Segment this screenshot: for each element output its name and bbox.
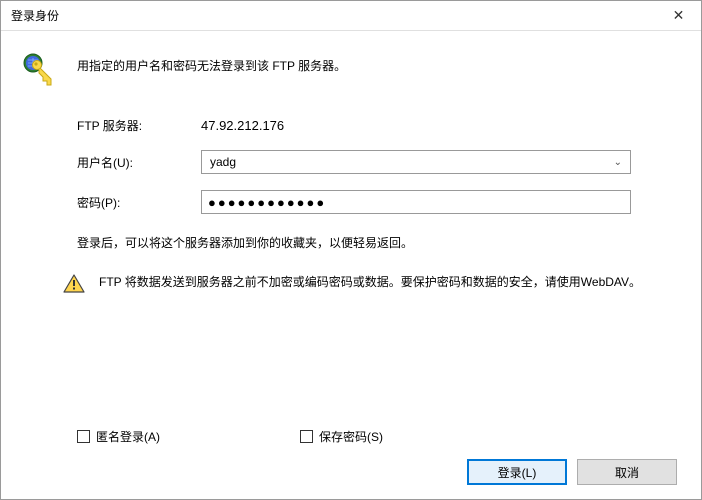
server-row: FTP 服务器: 47.92.212.176 [77,117,679,134]
save-password-label: 保存密码(S) [319,428,383,445]
checkbox-row: 匿名登录(A) 保存密码(S) [77,428,679,445]
anonymous-label: 匿名登录(A) [96,428,160,445]
warning-row: FTP 将数据发送到服务器之前不加密或编码密码或数据。要保护密码和数据的安全，请… [63,271,659,295]
button-row: 登录(L) 取消 [23,459,679,485]
password-input[interactable]: ●●●●●●●●●●●● [201,190,631,214]
window-title: 登录身份 [11,7,656,24]
password-row: 密码(P): ●●●●●●●●●●●● [77,190,679,214]
password-mask: ●●●●●●●●●●●● [208,195,326,210]
close-icon: ✕ [673,7,685,24]
cancel-button[interactable]: 取消 [577,459,677,485]
hero-text: 用指定的用户名和密码无法登录到该 FTP 服务器。 [77,53,346,76]
username-input[interactable] [208,154,612,170]
close-button[interactable]: ✕ [656,1,701,31]
server-value: 47.92.212.176 [201,118,284,133]
form-area: FTP 服务器: 47.92.212.176 用户名(U): ⌄ 密码(P): … [77,117,679,230]
login-button[interactable]: 登录(L) [467,459,567,485]
password-label: 密码(P): [77,194,201,211]
after-login-tip: 登录后，可以将这个服务器添加到你的收藏夹，以便轻易返回。 [77,234,679,251]
login-dialog: 登录身份 ✕ 用指定的用户名和密码无法登录到该 FTP 服务器。 FTP 服务器… [0,0,702,500]
username-label: 用户名(U): [77,154,201,171]
key-lock-icon [23,53,59,89]
titlebar: 登录身份 ✕ [1,1,701,31]
warning-icon [63,273,85,295]
warning-text: FTP 将数据发送到服务器之前不加密或编码密码或数据。要保护密码和数据的安全，请… [99,271,641,294]
chevron-down-icon[interactable]: ⌄ [612,157,624,168]
username-row: 用户名(U): ⌄ [77,150,679,174]
server-label: FTP 服务器: [77,117,201,134]
username-combo[interactable]: ⌄ [201,150,631,174]
anonymous-checkbox[interactable]: 匿名登录(A) [77,428,160,445]
spacer [23,305,679,428]
hero-row: 用指定的用户名和密码无法登录到该 FTP 服务器。 [23,53,679,89]
checkbox-box [77,430,90,443]
checkbox-box [300,430,313,443]
dialog-content: 用指定的用户名和密码无法登录到该 FTP 服务器。 FTP 服务器: 47.92… [1,31,701,499]
save-password-checkbox[interactable]: 保存密码(S) [300,428,383,445]
